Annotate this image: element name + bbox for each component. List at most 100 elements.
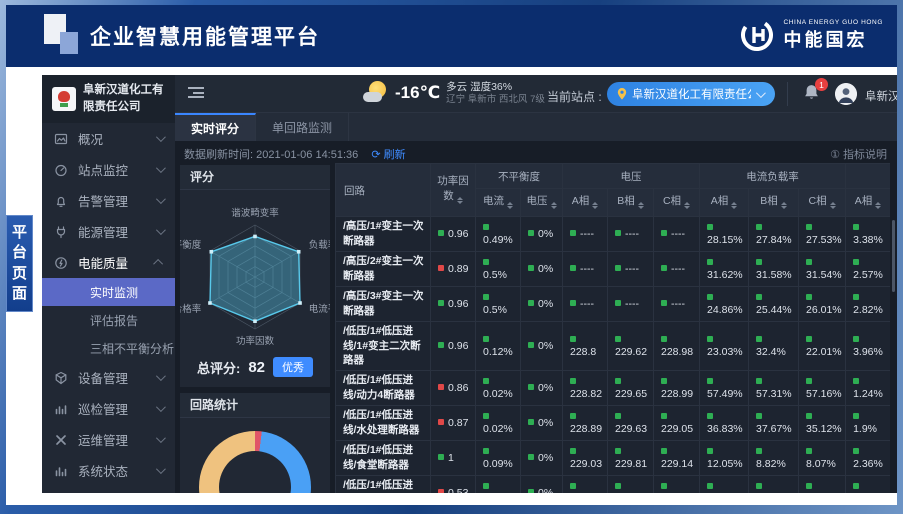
weather-widget: -16℃ 多云 湿度36% 辽宁 阜新市 西北风 7级 [363,80,545,106]
value-cell: 28.15% [700,217,749,252]
status-dot [528,342,534,348]
sort-icon[interactable] [638,199,644,212]
sidebar-item-6[interactable]: 巡检管理 [42,393,175,424]
tab-0[interactable]: 实时评分 [175,113,256,141]
value-cell: 0.86 [431,371,476,406]
weather-temp: -16℃ [395,83,440,103]
status-dot [615,300,621,306]
table-row[interactable]: /低压/1#低压进线/水处理断路器0.870.02%0%228.89229.63… [336,406,891,441]
sidebar-item-1[interactable]: 站点监控 [42,154,175,185]
value-cell: ---- [608,252,654,287]
refresh-row: 数据刷新时间: 2021-01-06 14:51:36 ⟳ 刷新 ① 指标说明 [175,141,897,165]
status-dot [615,230,621,236]
sort-icon[interactable] [507,199,513,212]
table-row[interactable]: /低压/1#低压进线/1#变主二次断路器0.960.12%0%228.8229.… [336,322,891,371]
value-cell: 57.49% [700,371,749,406]
refresh-button[interactable]: ⟳ 刷新 [371,149,405,161]
status-dot [806,413,812,419]
sidebar-item-2[interactable]: 告警管理 [42,185,175,216]
value-cell: 4.45% [799,476,846,493]
device-icon [54,370,69,385]
sidebar-item-8[interactable]: 系统状态 [42,455,175,486]
value-cell: ---- [654,252,700,287]
value-cell: 0.96 [431,322,476,371]
status-dot [806,259,812,265]
sidebar-subitem-1[interactable]: 评估报告 [42,306,175,334]
sidebar-item-7[interactable]: 运维管理 [42,424,175,455]
circuit-table: 回路功率因数不平衡度电压电流负载率电流电压A相B相C相A相B相C相A相/高压/1… [335,163,890,493]
station-select[interactable]: 阜新汉道化工有限责任公司 [607,82,775,106]
sort-icon[interactable] [731,199,737,212]
value-cell: 2.57% [846,252,890,287]
circuit-stats-title: 回路统计 [180,393,330,418]
svg-text:不平衡度: 不平衡度 [180,239,202,251]
value-cell: 0% [521,406,563,441]
value-cell: 228.99 [654,371,700,406]
value-cell: 229.14 [654,441,700,476]
table-row[interactable]: /高压/2#变主一次断路器0.890.5%0%------------31.62… [336,252,891,287]
company-name: 阜新汉道化工有限责任公司 [83,82,165,115]
sidebar-item-5[interactable]: 设备管理 [42,362,175,393]
status-dot [483,259,489,265]
sort-icon[interactable] [592,199,598,212]
sort-icon[interactable] [830,199,836,212]
grade-badge: 优秀 [273,357,313,377]
company-header: 阜新汉道化工有限责任公司 [42,75,175,123]
quality-icon [54,255,69,270]
status-dot [570,413,576,419]
status-dot [528,419,534,425]
value-cell: 57.16% [799,371,846,406]
sort-icon[interactable] [875,199,881,212]
sort-icon[interactable] [684,199,690,212]
circuit-name: /低压/1#低压进线/食堂断路器 [336,441,431,476]
value-cell: 0.5% [476,252,521,287]
sidebar-item-0[interactable]: 概况 [42,123,175,154]
sort-icon[interactable] [781,199,787,212]
sidebar-item-3[interactable]: 能源管理 [42,216,175,247]
svg-text:合格率: 合格率 [180,303,202,315]
overview-icon [54,131,69,146]
svg-text:功率因数: 功率因数 [236,335,275,347]
value-cell: 35.12% [799,406,846,441]
sidebar-item-label: 运维管理 [78,430,156,449]
value-cell: 228.75 [563,476,608,493]
status-dot [853,336,859,342]
col-subheader: C相 [799,189,846,217]
table-row[interactable]: /低压/1#低压进线/食堂断路器10.09%0%229.03229.81229.… [336,441,891,476]
chevron-down-icon [156,433,166,443]
indicator-help-link[interactable]: ① 指标说明 [830,146,887,162]
radar-chart: 谐波畸变率负载率电流平衡功率因数合格率不平衡度 [180,191,330,351]
brand-name: 中能国宏 [783,26,883,52]
value-cell: 0.49% [476,217,521,252]
sort-icon[interactable] [457,194,463,207]
circuit-stats-panel: 回路统计 [180,393,330,493]
notification-bell-icon[interactable]: 1 [803,83,823,105]
circuit-name: /低压/1#低压进线/动力4断路器 [336,371,431,406]
sidebar-subitem-0[interactable]: 实时监测 [42,278,175,306]
chevron-down-icon [756,88,766,98]
value-cell: 228.89 [563,406,608,441]
table-row[interactable]: /低压/1#低压进线/机修断路器0.530.21%0%228.75229.822… [336,476,891,493]
user-name[interactable]: 阜新汉道化工有限责任公... [865,88,897,104]
brand-circle-icon [737,15,777,55]
tab-1[interactable]: 单回路监测 [256,113,349,141]
total-score-label: 总评分: [197,358,240,377]
value-cell: 0.02% [476,371,521,406]
user-avatar[interactable] [835,83,857,105]
sidebar-collapse-icon[interactable] [188,87,204,100]
sidebar-item-4[interactable]: 电能质量 [42,247,175,278]
table-row[interactable]: /低压/1#低压进线/动力4断路器0.860.02%0%228.82229.65… [336,371,891,406]
table-scrollbar[interactable] [892,220,895,292]
value-cell: 0% [521,252,563,287]
sort-icon[interactable] [551,199,557,212]
status-dot [570,230,576,236]
status-dot [853,448,859,454]
chevron-down-icon [156,225,166,235]
table-row[interactable]: /高压/3#变主一次断路器0.960.5%0%------------24.86… [336,287,891,322]
status-dot [661,413,667,419]
location-pin-icon [617,88,627,100]
table-row[interactable]: /高压/1#变主一次断路器0.960.49%0%------------28.1… [336,217,891,252]
value-cell: 228.98 [654,322,700,371]
sidebar-subitem-2[interactable]: 三相不平衡分析 [42,334,175,362]
status-dot [707,378,713,384]
